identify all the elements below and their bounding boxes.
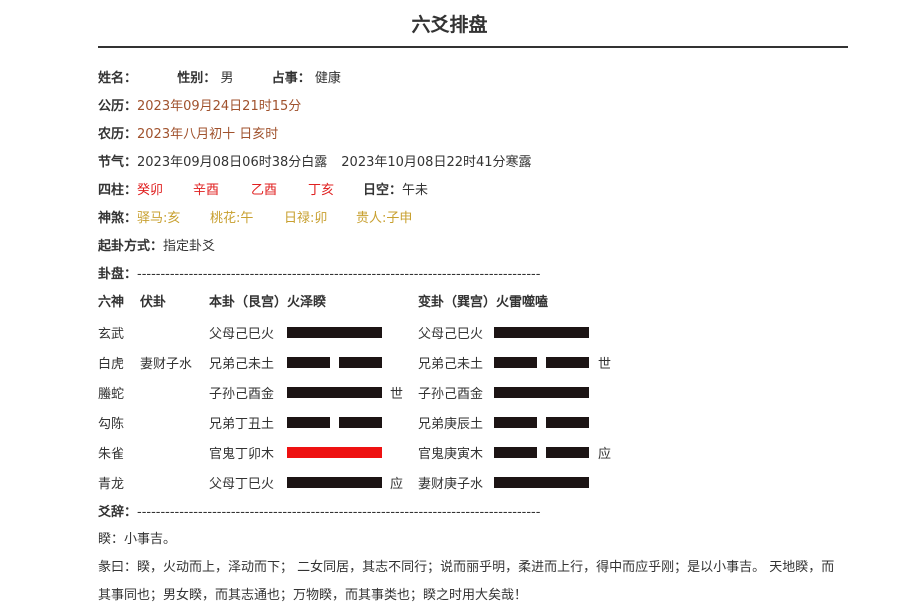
six-god-label: 玄武 [98,327,125,342]
changed-line-4-yin-right [546,417,589,428]
spirit-horse: 驿马:亥 [137,211,181,226]
changed-line-label: 兄弟己未土 [418,357,484,372]
tuan-text: 彖曰：睽，火动而上，泽动而下； 二女同居，其志不同行；说而丽乎明，柔进而上行，得… [98,560,835,603]
header-six-gods: 六神 [98,295,125,310]
changed-line-mark: 世 [598,357,612,372]
chart-dashes: ----------------------------------------… [137,267,541,282]
main-line-label: 兄弟丁丑土 [209,417,275,432]
changed-line-label: 父母己巳火 [418,327,484,342]
changed-line-5-yin-left [494,447,537,458]
void-label: 日空： [363,183,403,198]
pillar-month: 辛酉 [193,183,220,198]
changed-line-3-yang-line [494,387,589,398]
changed-line-mark: 应 [598,447,612,462]
hidden-line-label: 妻财子水 [140,357,193,372]
changed-line-2-yin-left [494,357,537,368]
spirit-peach: 桃花:午 [210,211,254,226]
term-label: 节气： [98,155,138,170]
yao-row: 爻辞：-------------------------------------… [98,503,540,523]
main-line-2-yin-left [287,357,330,368]
term-1: 2023年09月08日06时38分白露 [137,155,328,170]
info-row-pillars: 四柱：癸卯 辛酉 乙酉 丁亥 日空：午未 [98,181,428,201]
changed-line-2-yin-right [546,357,589,368]
yao-dashes: ----------------------------------------… [137,505,541,520]
main-line-2-yin-right [339,357,382,368]
header-hidden: 伏卦 [140,295,167,310]
topic-value: 健康 [314,71,341,86]
chart-label: 卦盘： [98,267,138,282]
title-divider [98,46,848,48]
judgement-line: 睽：小事吉。 [98,532,177,547]
main-line-6-yang-line [287,477,382,488]
gender-label: 性别： [177,71,217,86]
spirit-lu: 日禄:卯 [284,211,328,226]
page: 六爻排盘 姓名： 性别： 男 占事： 健康 公历：2023年09月24日21时1… [0,0,899,613]
name-label: 姓名： [98,71,138,86]
gender-value: 男 [220,71,234,86]
header-changed-hexagram: 变卦（巽宫）火雷噬嗑 [418,295,549,310]
main-line-mark: 应 [390,477,404,492]
main-line-5-yang-line [287,447,382,458]
six-god-label: 螣蛇 [98,387,125,402]
lunar-label: 农历： [98,127,138,142]
main-line-4-yin-left [287,417,330,428]
six-god-label: 勾陈 [98,417,125,432]
header-main-hexagram: 本卦（艮宫）火泽睽 [209,295,327,310]
solar-label: 公历： [98,99,138,114]
changed-line-label: 子孙己酉金 [418,387,484,402]
main-line-label: 兄弟己未土 [209,357,275,372]
pillar-hour: 丁亥 [308,183,335,198]
changed-line-6-yang-line [494,477,589,488]
main-line-mark: 世 [390,387,404,402]
six-god-label: 白虎 [98,357,125,372]
pillars-label: 四柱： [98,183,138,198]
info-row-spirits: 神煞：驿马:亥 桃花:午 日禄:卯 贵人:子申 [98,209,412,229]
pillar-day: 乙酉 [251,183,278,198]
changed-line-1-yang-line [494,327,589,338]
pillar-year: 癸卯 [137,183,164,198]
changed-line-5-yin-right [546,447,589,458]
info-row-chart: 卦盘：-------------------------------------… [98,265,540,285]
changed-line-label: 兄弟庚辰土 [418,417,484,432]
main-line-4-yin-right [339,417,382,428]
main-line-1-yang-line [287,327,382,338]
spirits-label: 神煞： [98,211,138,226]
info-row-name: 姓名： 性别： 男 占事： 健康 [98,69,341,89]
six-god-label: 青龙 [98,477,125,492]
changed-line-label: 妻财庚子水 [418,477,484,492]
lunar-value: 2023年八月初十 日亥时 [137,127,279,142]
main-line-label: 父母丁巳火 [209,477,275,492]
spirit-noble: 贵人:子申 [356,211,413,226]
main-line-3-yang-line [287,387,382,398]
method-value: 指定卦爻 [163,239,216,254]
page-title: 六爻排盘 [411,14,488,36]
yao-label: 爻辞： [98,505,138,520]
term-2: 2023年10月08日22时41分寒露 [341,155,532,170]
six-god-label: 朱雀 [98,447,125,462]
changed-line-4-yin-left [494,417,537,428]
main-line-label: 子孙己酉金 [209,387,275,402]
info-row-lunar: 农历：2023年八月初十 日亥时 [98,125,278,145]
info-row-solar: 公历：2023年09月24日21时15分 [98,97,301,117]
changed-line-label: 官鬼庚寅木 [418,447,484,462]
solar-value: 2023年09月24日21时15分 [137,99,302,114]
void-value: 午未 [402,183,429,198]
main-line-label: 父母己巳火 [209,327,275,342]
info-row-method: 起卦方式：指定卦爻 [98,237,215,257]
main-line-label: 官鬼丁卯木 [209,447,275,462]
method-label: 起卦方式： [98,239,164,254]
info-row-term: 节气：2023年09月08日06时38分白露 2023年10月08日22时41分寒… [98,153,532,173]
topic-label: 占事： [271,71,311,86]
